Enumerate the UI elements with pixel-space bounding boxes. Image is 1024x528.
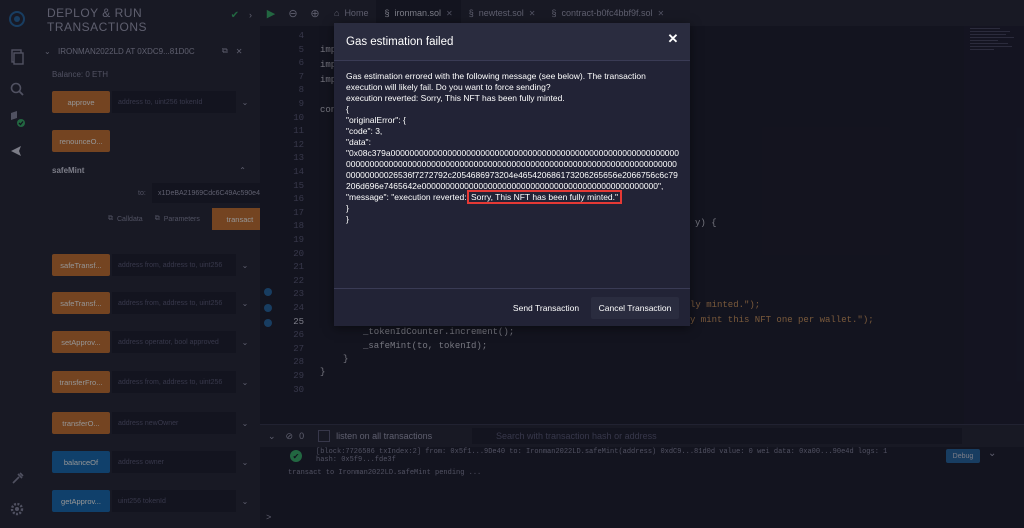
json-open-brace: { bbox=[346, 104, 349, 114]
json-original-error: "originalError": { bbox=[346, 115, 406, 125]
json-message: "message": "execution reverted: Sorry, T… bbox=[346, 190, 681, 204]
dialog-footer: Send Transaction Cancel Transaction bbox=[334, 288, 690, 326]
send-transaction-button[interactable]: Send Transaction bbox=[506, 297, 586, 319]
json-close-outer: } bbox=[346, 214, 349, 224]
remix-ide-window: DEPLOY & RUN TRANSACTIONS ✔ › ⌄ IRONMAN2… bbox=[0, 0, 1024, 528]
dialog-revert-reason: execution reverted: Sorry, This NFT has … bbox=[346, 93, 565, 103]
dialog-message: Gas estimation errored with the followin… bbox=[346, 71, 646, 92]
dialog-title: Gas estimation failed bbox=[346, 36, 454, 48]
dialog-body: Gas estimation errored with the followin… bbox=[346, 71, 681, 225]
gas-estimation-dialog: Gas estimation failed ✕ Gas estimation e… bbox=[334, 23, 690, 326]
dialog-header: Gas estimation failed ✕ bbox=[334, 23, 690, 61]
json-code: "code": 3, bbox=[346, 126, 383, 136]
json-data-value: "0x08c379a000000000000000000000000000000… bbox=[346, 148, 679, 191]
close-icon[interactable]: ✕ bbox=[666, 32, 680, 46]
json-message-key: "message": "execution reverted: bbox=[346, 192, 467, 202]
cancel-transaction-button[interactable]: Cancel Transaction bbox=[591, 297, 679, 319]
highlighted-revert-message: Sorry, This NFT has been fully minted." bbox=[466, 190, 623, 204]
json-close-inner: } bbox=[346, 203, 349, 213]
json-data-key: "data": bbox=[346, 137, 371, 147]
